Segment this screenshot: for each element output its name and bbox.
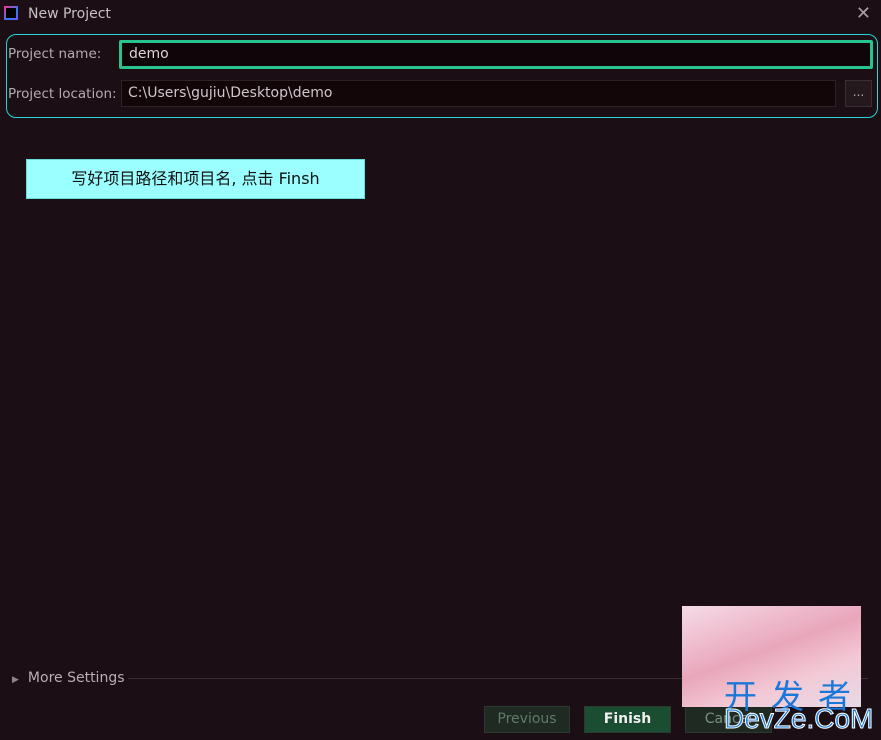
intellij-idea-icon (4, 6, 18, 20)
browse-button[interactable]: ... (845, 80, 872, 107)
project-name-input[interactable]: demo (119, 40, 873, 69)
finish-button[interactable]: Finish (584, 706, 671, 733)
window-title: New Project (28, 6, 111, 22)
project-name-label: Project name: (8, 46, 102, 62)
close-icon[interactable]: ✕ (856, 3, 871, 24)
title-bar: New Project ✕ (0, 0, 881, 28)
more-settings-label: More Settings (27, 670, 125, 686)
watermark-logo: DevZe.CoM (723, 703, 874, 735)
previous-button[interactable]: Previous (484, 706, 570, 733)
annotation-callout: 写好项目路径和项目名, 点击 Finsh (26, 159, 365, 199)
project-location-label: Project location: (8, 86, 117, 102)
more-settings-toggle[interactable]: ▶ More Settings (12, 670, 125, 686)
triangle-right-icon: ▶ (12, 675, 19, 685)
project-location-input[interactable]: C:\Users\gujiu\Desktop\demo (121, 80, 836, 107)
